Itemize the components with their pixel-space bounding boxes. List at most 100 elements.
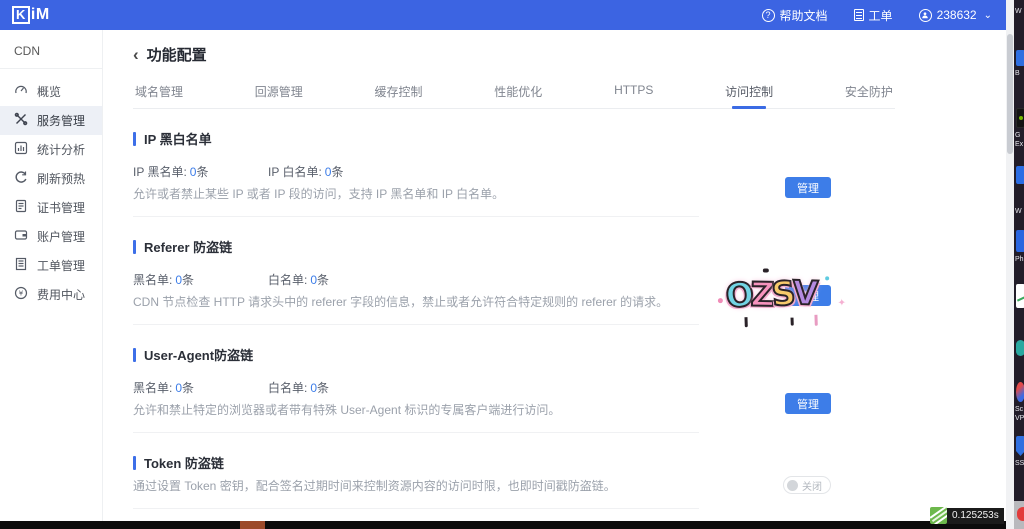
stat-blacklist: 黑名单:0条	[133, 271, 268, 288]
stat-ip-whitelist: IP 白名单:0条	[268, 163, 403, 180]
os-taskbar-edge	[0, 521, 1010, 529]
red-app-icon[interactable]	[1017, 507, 1024, 521]
toggle-label: 关闭	[802, 478, 822, 493]
sidebar-item-billing-center[interactable]: ¥ 费用中心	[0, 280, 102, 309]
account-id: 238632	[937, 8, 977, 22]
app-logo: KiM	[12, 6, 50, 24]
gauge-icon	[14, 83, 28, 100]
section-desc: 通过设置 Token 密钥，配合签名过期时间来控制资源内容的访问时限，也即时间戳…	[133, 477, 699, 494]
main-content: ‹ 功能配置 域名管理 回源管理 缓存控制 性能优化 HTTPS 访问控制 安全…	[104, 30, 1005, 521]
sidebar-item-service-mgmt[interactable]: 服务管理	[0, 106, 102, 135]
logo-text: iM	[31, 6, 50, 24]
section-ip-blacklist: IP 黑白名单 IP 黑名单:0条 IP 白名单:0条 允许或者禁止某些 IP …	[133, 109, 699, 217]
toggle-dot	[787, 480, 798, 491]
shield-icon[interactable]	[1016, 436, 1024, 456]
coin-icon: ¥	[14, 286, 28, 303]
sidebar-item-label: 统计分析	[37, 141, 85, 158]
topbar: KiM ? 帮助文档 工单 238632 ⌄	[0, 0, 1006, 30]
page-header: ‹ 功能配置	[104, 30, 1005, 65]
sidebar-group-label: CDN	[0, 30, 102, 68]
sidebar-item-label: 证书管理	[37, 199, 85, 216]
desktop-icon[interactable]	[1016, 108, 1024, 128]
desktop-icon[interactable]	[1016, 166, 1024, 184]
section-desc: 允许和禁止特定的浏览器或者带有特殊 User-Agent 标识的专属客户端进行访…	[133, 401, 699, 418]
section-title-row: Token 防盗链	[133, 453, 699, 472]
page-title: 功能配置	[147, 44, 207, 65]
desktop-icon-label: SS	[1015, 460, 1024, 468]
tab-security[interactable]: 安全防护	[843, 79, 895, 108]
browser-scrollbar[interactable]	[1006, 0, 1014, 529]
account-menu[interactable]: 238632 ⌄	[919, 8, 992, 22]
taskbar-app-fragment[interactable]	[240, 521, 265, 529]
manage-button[interactable]: 管理	[785, 177, 831, 198]
desktop-icon-label: Ph	[1015, 256, 1024, 264]
sidebar-item-label: 概览	[37, 83, 61, 100]
ticket-link[interactable]: 工单	[854, 7, 893, 24]
section-title: Token 防盗链	[144, 453, 224, 472]
desktop-icon-label: Ex	[1015, 141, 1023, 149]
speed-stripes-icon	[930, 507, 947, 524]
desktop-icon-label: VP	[1015, 415, 1024, 423]
section-title: User-Agent防盗链	[144, 345, 253, 364]
desktop-icon-label: W	[1015, 208, 1022, 216]
desktop-icon[interactable]	[1016, 284, 1024, 308]
section-title-row: IP 黑白名单	[133, 129, 699, 148]
section-desc: CDN 节点检查 HTTP 请求头中的 referer 字段的信息，禁止或者允许…	[133, 293, 699, 310]
stats-row: 黑名单:0条 白名单:0条	[133, 271, 699, 288]
sidebar: CDN 概览 服务管理 统计分析 刷新预热 证书管理 账户管理 工单管理 ¥ 费…	[0, 30, 103, 521]
manage-button[interactable]: 管理	[785, 285, 831, 306]
desktop-icon[interactable]	[1016, 50, 1024, 66]
title-marker	[133, 456, 136, 470]
stats-row: 黑名单:0条 白名单:0条	[133, 379, 699, 396]
section-http-body-limit: HTTP 请求体大小限制 单次请求最大可提交:512MB 限制单次请求体的内容大…	[133, 509, 699, 521]
tools-icon	[14, 112, 28, 129]
tab-domain-mgmt[interactable]: 域名管理	[133, 79, 185, 108]
title-marker	[133, 240, 136, 254]
desktop-bottom-edge	[1014, 501, 1024, 529]
tab-access-control[interactable]: 访问控制	[723, 79, 775, 108]
tab-cache-control[interactable]: 缓存控制	[373, 79, 425, 108]
back-icon[interactable]: ‹	[133, 48, 139, 62]
help-icon: ?	[762, 9, 775, 22]
page-load-time-badge[interactable]: 0.125253s	[930, 507, 1004, 524]
stat-whitelist: 白名单:0条	[268, 379, 403, 396]
desktop-icon[interactable]	[1016, 230, 1024, 252]
desktop-icon-label: Sc	[1015, 406, 1023, 414]
certificate-icon	[14, 199, 28, 216]
title-marker	[133, 348, 136, 362]
help-docs-label: 帮助文档	[780, 7, 828, 24]
section-title: IP 黑白名单	[144, 129, 212, 148]
desktop-icon[interactable]	[1016, 340, 1024, 356]
sidebar-divider	[0, 68, 102, 69]
section-title-row: User-Agent防盗链	[133, 345, 699, 364]
token-toggle-off[interactable]: 关闭	[783, 476, 831, 494]
scrollbar-thumb[interactable]	[1007, 34, 1013, 154]
bar-chart-icon	[14, 141, 28, 158]
sidebar-item-ticket-mgmt[interactable]: 工单管理	[0, 251, 102, 280]
desktop-icon-label: G	[1015, 132, 1020, 140]
refresh-icon	[14, 170, 28, 187]
section-title: Referer 防盗链	[144, 237, 232, 256]
sidebar-item-refresh-prefetch[interactable]: 刷新预热	[0, 164, 102, 193]
tab-origin-mgmt[interactable]: 回源管理	[253, 79, 305, 108]
tab-performance[interactable]: 性能优化	[492, 79, 544, 108]
chevron-down-icon: ⌄	[984, 10, 992, 21]
sidebar-item-label: 服务管理	[37, 112, 85, 129]
stat-ip-blacklist: IP 黑名单:0条	[133, 163, 268, 180]
manage-button[interactable]: 管理	[785, 393, 831, 414]
help-docs-link[interactable]: ? 帮助文档	[762, 7, 828, 24]
sidebar-item-account-mgmt[interactable]: 账户管理	[0, 222, 102, 251]
sidebar-item-overview[interactable]: 概览	[0, 77, 102, 106]
logo-k-mark: K	[12, 6, 30, 24]
desktop-icon-label: B	[1015, 70, 1020, 78]
desktop-edge-strip: W B G Ex W Ph Sc VP SS	[1014, 0, 1024, 529]
tab-bar: 域名管理 回源管理 缓存控制 性能优化 HTTPS 访问控制 安全防护	[133, 79, 895, 109]
section-desc: 允许或者禁止某些 IP 或者 IP 段的访问，支持 IP 黑名单和 IP 白名单…	[133, 185, 699, 202]
user-icon	[919, 9, 932, 22]
sidebar-item-statistics[interactable]: 统计分析	[0, 135, 102, 164]
ticket-icon	[854, 9, 864, 21]
stat-blacklist: 黑名单:0条	[133, 379, 268, 396]
sidebar-item-cert-mgmt[interactable]: 证书管理	[0, 193, 102, 222]
desktop-icon[interactable]	[1016, 382, 1024, 402]
tab-https[interactable]: HTTPS	[612, 79, 655, 108]
